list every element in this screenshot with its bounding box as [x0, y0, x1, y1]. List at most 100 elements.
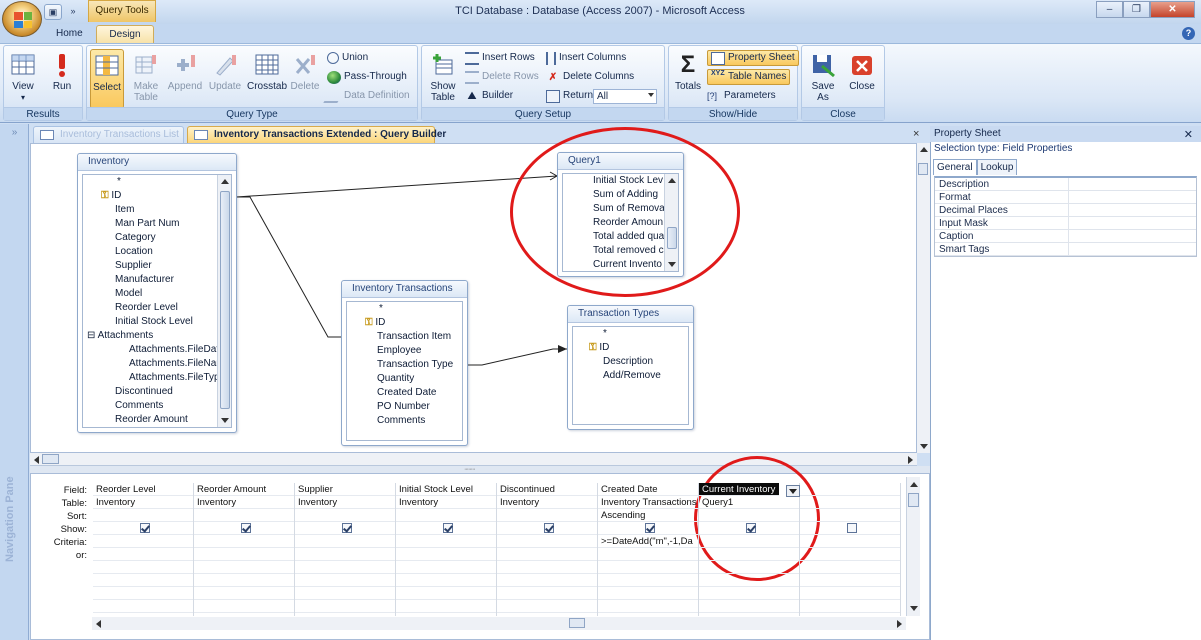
grid-cell-field[interactable]: Initial Stock Level [396, 483, 496, 496]
scroll-thumb[interactable] [569, 618, 585, 628]
grid-cell-field[interactable]: Created Date [598, 483, 698, 496]
grid-horizontal-scrollbar[interactable] [92, 617, 906, 630]
grid-cell-sort[interactable] [194, 509, 294, 522]
grid-cell-sort[interactable] [396, 509, 496, 522]
show-checkbox[interactable] [443, 523, 453, 533]
grid-cell-or[interactable] [93, 574, 193, 587]
field-item[interactable]: Comments [83, 399, 231, 413]
field-item[interactable]: Model [83, 287, 231, 301]
grid-cell-or[interactable] [93, 587, 193, 600]
property-value[interactable] [1069, 204, 1196, 216]
grid-cell-or[interactable] [396, 587, 496, 600]
grid-cell-or[interactable] [295, 600, 395, 613]
property-value[interactable] [1069, 217, 1196, 229]
grid-cell-criteria[interactable] [93, 535, 193, 548]
show-checkbox[interactable] [746, 523, 756, 533]
grid-column[interactable]: Supplier Inventory [295, 483, 396, 616]
field-item[interactable]: Add/Remove [573, 369, 688, 383]
field-item[interactable]: * [83, 175, 231, 189]
property-row[interactable]: Caption [935, 230, 1196, 243]
grid-cell-or[interactable] [295, 561, 395, 574]
field-list-title[interactable]: Inventory [78, 154, 236, 171]
grid-cell-or[interactable] [800, 561, 900, 574]
grid-cell-criteria[interactable] [194, 535, 294, 548]
grid-column[interactable]: Discontinued Inventory [497, 483, 598, 616]
grid-cell-criteria[interactable] [396, 535, 496, 548]
grid-cell-or[interactable] [598, 574, 698, 587]
grid-cell-or[interactable] [396, 574, 496, 587]
grid-cell-field[interactable]: Current Inventory [699, 483, 779, 496]
field-item[interactable]: Discontinued [83, 385, 231, 399]
scroll-up-icon[interactable] [221, 179, 229, 184]
field-item[interactable]: Transaction Type [347, 358, 462, 372]
property-row[interactable]: Smart Tags [935, 243, 1196, 256]
field-item[interactable]: Category [83, 231, 231, 245]
grid-cell-or[interactable] [295, 548, 395, 561]
show-checkbox[interactable] [241, 523, 251, 533]
field-item[interactable]: Transaction Item [347, 330, 462, 344]
grid-cell-field[interactable]: Reorder Level [93, 483, 193, 496]
scroll-left-icon[interactable] [96, 620, 101, 628]
show-checkbox[interactable] [847, 523, 857, 533]
field-item[interactable]: Reorder Amount [83, 413, 231, 427]
property-value[interactable] [1069, 243, 1196, 255]
show-checkbox[interactable] [645, 523, 655, 533]
field-item[interactable]: Quantity [347, 372, 462, 386]
grid-cell-or[interactable] [598, 600, 698, 613]
grid-cell-or[interactable] [699, 574, 799, 587]
grid-cell-sort[interactable] [699, 509, 799, 522]
property-row[interactable]: Format [935, 191, 1196, 204]
grid-cell-or[interactable] [800, 574, 900, 587]
field-item[interactable]: Employee [347, 344, 462, 358]
show-checkbox[interactable] [544, 523, 554, 533]
field-list-title[interactable]: Inventory Transactions [342, 281, 467, 298]
field-list-title[interactable]: Transaction Types [568, 306, 693, 323]
scroll-right-icon[interactable] [897, 620, 902, 628]
field-item[interactable]: ⊟ Attachments [83, 329, 231, 343]
grid-cell-or[interactable] [598, 587, 698, 600]
grid-cell-or[interactable] [497, 600, 597, 613]
grid-cell-or[interactable] [194, 561, 294, 574]
property-value[interactable] [1069, 191, 1196, 203]
grid-cell-or[interactable] [497, 574, 597, 587]
field-item[interactable]: Initial Stock Level [83, 315, 231, 329]
grid-cell-sort[interactable] [295, 509, 395, 522]
grid-cell-criteria[interactable] [497, 535, 597, 548]
grid-cell-table[interactable]: Inventory [396, 496, 496, 509]
field-item[interactable]: Description [573, 355, 688, 369]
grid-cell-or[interactable] [598, 561, 698, 574]
grid-cell-or[interactable] [396, 561, 496, 574]
property-row[interactable]: Description [935, 178, 1196, 191]
grid-cell-or[interactable] [699, 587, 799, 600]
grid-cell-or[interactable] [93, 600, 193, 613]
grid-cell-or[interactable] [295, 587, 395, 600]
field-item[interactable]: Location [83, 245, 231, 259]
scroll-thumb[interactable] [908, 493, 919, 507]
field-list-scrollbar[interactable] [217, 175, 231, 427]
grid-column[interactable]: Current Inventory Query1 [699, 483, 800, 616]
grid-column[interactable] [800, 483, 901, 616]
property-row[interactable]: Input Mask [935, 217, 1196, 230]
field-list-transaction-types[interactable]: Transaction Types * ⚿ ID Description Add/Re… [567, 305, 694, 430]
field-item[interactable]: Attachments.FileTyp [83, 371, 231, 385]
grid-cell-criteria[interactable] [295, 535, 395, 548]
grid-cell-or[interactable] [497, 561, 597, 574]
grid-vertical-scrollbar[interactable] [906, 477, 920, 616]
grid-cell-table[interactable]: Query1 [699, 496, 799, 509]
scroll-up-icon[interactable] [910, 482, 918, 487]
grid-cell-or[interactable] [396, 548, 496, 561]
field-item[interactable]: PO Number [347, 400, 462, 414]
close-property-sheet-icon[interactable]: ✕ [1184, 128, 1193, 141]
grid-cell-or[interactable] [93, 561, 193, 574]
office-button[interactable] [2, 1, 42, 37]
grid-column[interactable]: Created Date Inventory Transactions Ascend… [598, 483, 699, 616]
grid-cell-or[interactable] [598, 548, 698, 561]
field-item[interactable]: Attachments.FileNar [83, 357, 231, 371]
grid-cell-or[interactable] [497, 587, 597, 600]
grid-cell-or[interactable] [699, 561, 799, 574]
grid-cell-or[interactable] [699, 548, 799, 561]
grid-cell-field[interactable]: Discontinued [497, 483, 597, 496]
grid-cell-criteria[interactable] [699, 535, 799, 548]
grid-cell-or[interactable] [699, 600, 799, 613]
grid-cell-sort[interactable] [497, 509, 597, 522]
